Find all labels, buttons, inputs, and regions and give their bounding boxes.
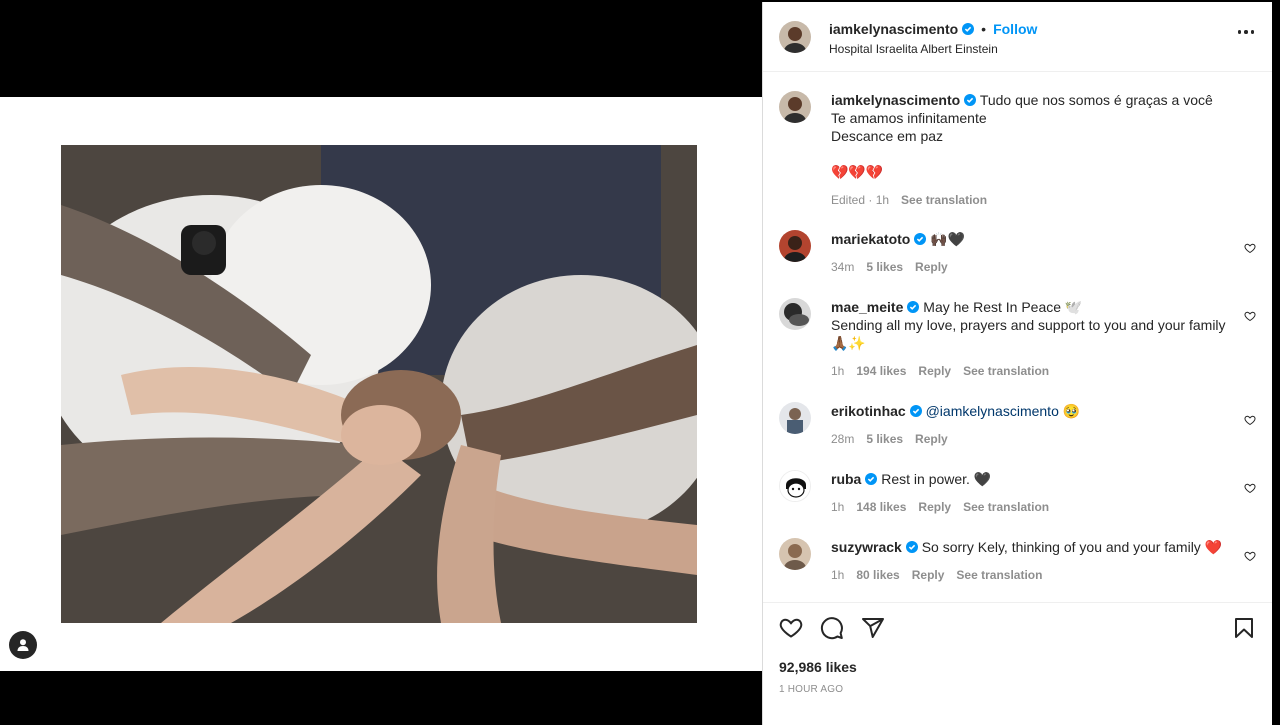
post-photo-image xyxy=(61,145,697,623)
post-details-panel: iamkelynascimento • Follow Hospital Isra… xyxy=(762,2,1272,725)
comment-text: 🙌🏿🖤 xyxy=(930,231,966,247)
verified-badge-icon xyxy=(865,473,878,485)
caption-emoji: 💔💔💔 xyxy=(831,164,884,180)
comment-username[interactable]: erikotinhac xyxy=(831,403,906,419)
commenter-avatar[interactable] xyxy=(779,402,811,434)
verified-badge-icon xyxy=(907,301,920,313)
comment-text: May he Rest In Peace 🕊️ xyxy=(923,299,1083,315)
commenter-avatar[interactable] xyxy=(779,470,811,502)
comment-username[interactable]: ruba xyxy=(831,471,861,487)
more-options-icon[interactable] xyxy=(1237,30,1254,34)
author-username[interactable]: iamkelynascimento xyxy=(829,21,958,37)
like-heart-icon[interactable] xyxy=(779,616,803,640)
comment-time: 28m xyxy=(831,432,855,446)
comment-time: 1h xyxy=(831,364,845,378)
likes-count[interactable]: 92,986 likes xyxy=(779,659,857,675)
like-comment-heart-icon[interactable] xyxy=(1244,310,1256,322)
comment-emoji: 🥹 xyxy=(1062,403,1081,419)
reply-button[interactable]: Reply xyxy=(915,430,948,448)
comment-text: So sorry Kely, thinking of you and your … xyxy=(921,539,1223,555)
commenter-avatar[interactable] xyxy=(779,298,811,330)
comments-list[interactable]: iamkelynascimento Tudo que nos somos é g… xyxy=(763,73,1272,600)
caption-line: Te amamos infinitamente xyxy=(831,110,987,126)
post-location[interactable]: Hospital Israelita Albert Einstein xyxy=(829,42,998,56)
caption-username[interactable]: iamkelynascimento xyxy=(831,92,960,108)
caption-line: Descance em paz xyxy=(831,128,944,144)
comment-likes[interactable]: 5 likes xyxy=(866,430,903,448)
verified-badge-icon xyxy=(964,94,977,106)
comment-time: 1h xyxy=(831,500,845,514)
comment-likes[interactable]: 148 likes xyxy=(856,498,906,516)
post-timestamp: 1 HOUR AGO xyxy=(779,684,844,695)
comment-time: 1h xyxy=(831,568,845,582)
save-bookmark-icon[interactable] xyxy=(1232,616,1256,640)
verified-badge-icon xyxy=(909,405,922,417)
like-comment-heart-icon[interactable] xyxy=(1244,242,1256,254)
caption-line: Tudo que nos somos é graças a você xyxy=(979,92,1213,108)
comment-text-line2: Sending all my love, prayers and support… xyxy=(831,317,1226,351)
see-translation-link[interactable]: See translation xyxy=(963,362,1049,380)
like-comment-heart-icon[interactable] xyxy=(1244,482,1256,494)
post-actions: 92,986 likes 1 HOUR AGO xyxy=(763,602,1272,725)
commenter-avatar[interactable] xyxy=(779,230,811,262)
comment-likes[interactable]: 5 likes xyxy=(866,258,903,276)
user-icon xyxy=(17,639,29,651)
reply-button[interactable]: Reply xyxy=(918,362,951,380)
like-comment-heart-icon[interactable] xyxy=(1244,550,1256,562)
like-comment-heart-icon[interactable] xyxy=(1244,414,1256,426)
tagged-user-button[interactable] xyxy=(9,631,37,659)
author-row: iamkelynascimento • Follow xyxy=(829,21,1037,37)
comment-likes[interactable]: 80 likes xyxy=(856,566,899,584)
reply-button[interactable]: Reply xyxy=(918,498,951,516)
verified-badge-icon xyxy=(914,233,927,245)
comment-bubble-icon[interactable] xyxy=(820,616,844,640)
see-translation-link[interactable]: See translation xyxy=(956,566,1042,584)
author-avatar[interactable] xyxy=(779,91,811,123)
follow-button[interactable]: Follow xyxy=(993,21,1037,37)
see-translation-link[interactable]: See translation xyxy=(963,498,1049,516)
share-send-icon[interactable] xyxy=(861,616,885,640)
author-avatar[interactable] xyxy=(779,21,811,53)
post-photo[interactable] xyxy=(61,145,697,623)
reply-button[interactable]: Reply xyxy=(912,566,945,584)
comment-username[interactable]: mariekatoto xyxy=(831,231,910,247)
reply-button[interactable]: Reply xyxy=(915,258,948,276)
comment-username[interactable]: suzywrack xyxy=(831,539,902,555)
comment-text: Rest in power. 🖤 xyxy=(881,471,992,487)
media-viewer xyxy=(0,0,762,725)
comment-mention-link[interactable]: @iamkelynascimento xyxy=(926,403,1059,419)
caption-edited-time: Edited · 1h xyxy=(831,193,890,207)
comment-time: 34m xyxy=(831,260,855,274)
commenter-avatar[interactable] xyxy=(779,538,811,570)
see-translation-link[interactable]: See translation xyxy=(901,191,987,209)
verified-badge-icon xyxy=(905,541,918,553)
comment-username[interactable]: mae_meite xyxy=(831,299,903,315)
post-header: iamkelynascimento • Follow Hospital Isra… xyxy=(763,2,1272,72)
verified-badge-icon xyxy=(962,23,975,35)
comment-likes[interactable]: 194 likes xyxy=(856,362,906,380)
separator-dot: • xyxy=(981,21,987,37)
